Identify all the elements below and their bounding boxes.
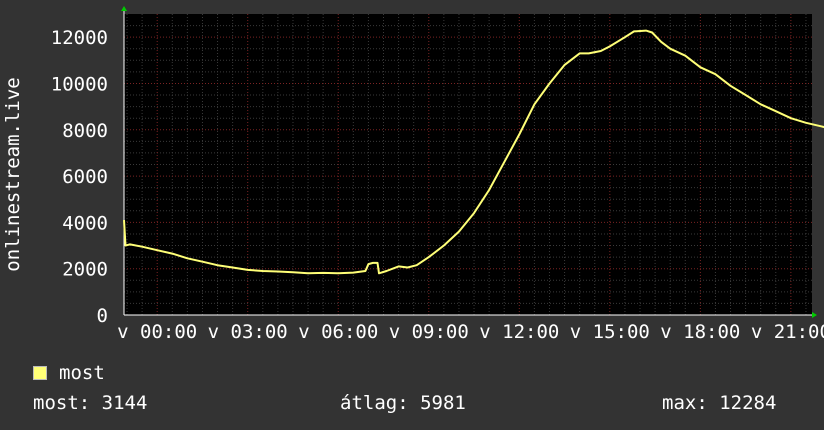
- plot-area: [124, 14, 812, 315]
- stat-current: most: 3144: [33, 392, 148, 414]
- x-tick-label: v 18:00: [660, 321, 740, 343]
- y-tick-label: 2000: [62, 259, 108, 281]
- stat-average: átlag: 5981: [340, 392, 466, 414]
- x-tick-label: v 12:00: [479, 321, 559, 343]
- y-axis-label: onlinestream.live: [2, 77, 24, 271]
- x-tick-label: v 09:00: [389, 321, 469, 343]
- x-tick-label: v 06:00: [298, 321, 378, 343]
- y-axis-arrow: [121, 6, 127, 11]
- x-tick-label: v 21:00: [751, 321, 824, 343]
- y-tick-label: 4000: [62, 212, 108, 234]
- x-axis-arrow: [812, 312, 817, 318]
- x-tick-label: v 03:00: [208, 321, 288, 343]
- chart: 0 2000 4000 6000 8000 10000 12000 v 00:00 v 03:0…: [2, 6, 824, 343]
- x-tick-label: v 15:00: [570, 321, 650, 343]
- legend-swatch: [33, 366, 47, 380]
- x-tick-label: v 00:00: [117, 321, 197, 343]
- stat-maximum: max: 12284: [662, 392, 777, 414]
- y-tick-label: 0: [97, 305, 108, 327]
- y-tick-label: 12000: [51, 27, 108, 49]
- legend-label: most: [59, 362, 105, 384]
- y-tick-label: 10000: [51, 73, 108, 95]
- y-tick-label: 6000: [62, 166, 108, 188]
- legend: most: [33, 362, 105, 384]
- y-tick-label: 8000: [62, 120, 108, 142]
